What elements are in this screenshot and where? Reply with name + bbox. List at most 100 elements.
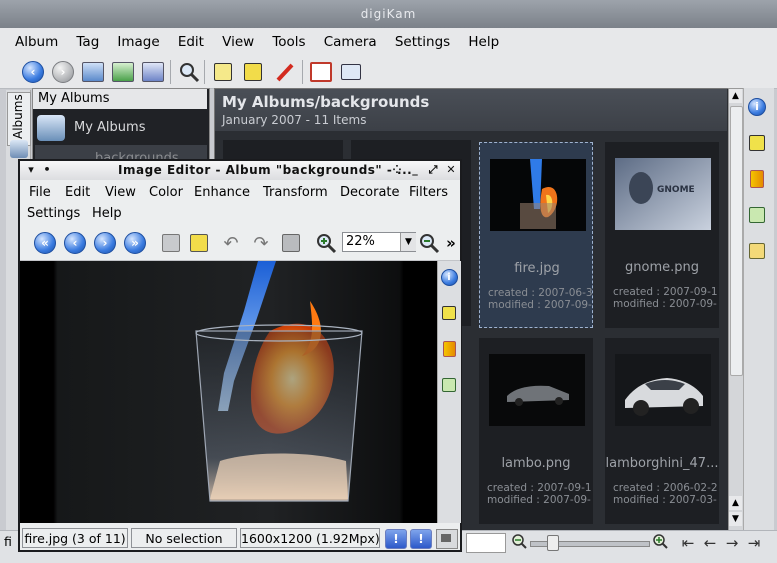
- color-managed-view-button[interactable]: [436, 529, 458, 549]
- back-button[interactable]: ‹: [20, 59, 46, 85]
- search-button[interactable]: [176, 59, 202, 85]
- revert-button[interactable]: [280, 232, 302, 254]
- sticky-button[interactable]: •: [40, 162, 54, 178]
- zoom-out-icon[interactable]: [511, 533, 527, 549]
- previous-image-button[interactable]: ‹: [64, 232, 86, 254]
- metadata-tab[interactable]: [746, 132, 768, 154]
- last-icon[interactable]: ⇥: [744, 533, 764, 553]
- edit-button[interactable]: [240, 59, 266, 85]
- menu-camera[interactable]: Camera: [317, 28, 384, 56]
- thumbnail-meta: created : 2007-09-1... modified : 2007-09…: [487, 482, 591, 506]
- next-icon: ›: [94, 232, 116, 254]
- new-album-button[interactable]: [80, 59, 106, 85]
- editor-menu-help[interactable]: Help: [92, 203, 122, 225]
- metadata-icon: [442, 306, 456, 320]
- status-field: [466, 533, 506, 553]
- menu-edit[interactable]: Edit: [171, 28, 211, 56]
- thumbnail-meta: created : 2007-09-1... modified : 2007-09…: [613, 286, 717, 310]
- save-as-button[interactable]: [188, 232, 210, 254]
- edit-icon: [190, 234, 208, 252]
- editor-menu-transform[interactable]: Transform: [263, 182, 328, 204]
- editor-info-tab[interactable]: i: [440, 268, 458, 286]
- slideshow-button[interactable]: [338, 59, 364, 85]
- last-image-button[interactable]: »: [124, 232, 146, 254]
- export-button[interactable]: [140, 59, 166, 85]
- scroll-down-arrow[interactable]: ▼: [729, 512, 742, 526]
- scroll-up-arrow-bottom[interactable]: ▲: [729, 496, 742, 510]
- menu-album[interactable]: Album: [8, 28, 65, 56]
- info-tab[interactable]: i: [746, 96, 768, 118]
- editor-menu-edit[interactable]: Edit: [65, 182, 90, 204]
- fullscreen-button[interactable]: [308, 59, 334, 85]
- editor-menu-view[interactable]: View: [105, 182, 136, 204]
- thumbnail-cell[interactable]: lamborghini_47... created : 2006-02-2...…: [605, 338, 719, 524]
- pencil-button[interactable]: [272, 59, 298, 85]
- thumbnail-image: [489, 354, 585, 426]
- forward-button[interactable]: ›: [50, 59, 76, 85]
- import-icon: [112, 62, 134, 82]
- save-button[interactable]: [160, 232, 182, 254]
- import-button[interactable]: [110, 59, 136, 85]
- editor-menu-settings[interactable]: Settings: [27, 203, 80, 225]
- first-image-button[interactable]: «: [34, 232, 56, 254]
- editor-metadata-tab[interactable]: [440, 304, 458, 322]
- first-icon[interactable]: ⇤: [678, 533, 698, 553]
- geolocation-tab[interactable]: [746, 204, 768, 226]
- revert-icon: [282, 234, 300, 252]
- toolbar-overflow-button[interactable]: »: [440, 232, 462, 254]
- chevron-down-icon[interactable]: ▼: [400, 233, 416, 251]
- next-image-button[interactable]: ›: [94, 232, 116, 254]
- export-icon: [142, 62, 164, 82]
- search-icon: [180, 63, 200, 83]
- thumbnail-cell[interactable]: lambo.png created : 2007-09-1... modified…: [479, 338, 593, 524]
- editor-close-button[interactable]: ✕: [444, 162, 458, 178]
- overexposure-indicator-button[interactable]: !: [410, 529, 432, 549]
- editor-maximize-button[interactable]: ⤢: [426, 162, 440, 178]
- menu-image[interactable]: Image: [110, 28, 166, 56]
- next-icon[interactable]: →: [722, 533, 742, 553]
- thumbnail-cell-selected[interactable]: fire.jpg created : 2007-06-3... modified …: [479, 142, 593, 328]
- menu-view[interactable]: View: [215, 28, 261, 56]
- editor-menu-color[interactable]: Color: [149, 182, 183, 204]
- zoom-slider-handle[interactable]: [547, 535, 559, 551]
- menu-help[interactable]: Help: [461, 28, 506, 56]
- editor-geolocation-tab[interactable]: [440, 376, 458, 394]
- zoom-in-icon[interactable]: [652, 533, 668, 549]
- editor-menu-enhance[interactable]: Enhance: [194, 182, 250, 204]
- editor-menu-decorate[interactable]: Decorate: [340, 182, 400, 204]
- editor-zoom-out-button[interactable]: [418, 232, 440, 254]
- album-root-label: My Albums: [74, 120, 146, 135]
- editor-canvas[interactable]: [20, 261, 437, 523]
- window-menu-button[interactable]: ▾: [24, 162, 38, 178]
- editor-status-selection: No selection: [131, 528, 237, 548]
- menu-tools[interactable]: Tools: [265, 28, 312, 56]
- redo-button[interactable]: ↷: [250, 232, 272, 254]
- undo-button[interactable]: ↶: [220, 232, 242, 254]
- calendar-tab-icon[interactable]: [10, 140, 28, 158]
- save-icon: [162, 234, 180, 252]
- editor-menu-file[interactable]: File: [29, 182, 51, 204]
- thumbnail-meta: created : 2006-02-2... modified : 2007-03…: [613, 482, 717, 506]
- tab-albums[interactable]: Albums: [7, 92, 31, 146]
- redo-icon: ↷: [253, 232, 269, 254]
- album-tree-root[interactable]: My Albums: [35, 114, 207, 142]
- editor-menu-filters[interactable]: Filters: [409, 182, 448, 204]
- editor-minimize-button[interactable]: _: [408, 162, 422, 178]
- album-subtitle: January 2007 - 11 Items: [222, 113, 367, 127]
- underexposure-indicator-button[interactable]: !: [385, 529, 407, 549]
- color-tab[interactable]: [746, 168, 768, 190]
- editor-status-dimensions: 1600x1200 (1.92Mpx): [240, 528, 380, 548]
- scroll-up-arrow[interactable]: ▲: [729, 89, 742, 103]
- main-toolbar: ‹ ›: [0, 54, 777, 89]
- thumbnail-meta: created : 2007-06-3... modified : 2007-09…: [488, 287, 592, 311]
- editor-color-tab[interactable]: [440, 340, 458, 358]
- editor-shade-button[interactable]: ⁘: [390, 162, 404, 178]
- scrollbar-thumb[interactable]: [730, 106, 743, 376]
- menu-settings[interactable]: Settings: [388, 28, 457, 56]
- thumbnail-cell[interactable]: GNOME gnome.png created : 2007-09-1... mo…: [605, 142, 719, 328]
- view-button[interactable]: [210, 59, 236, 85]
- editor-zoom-in-button[interactable]: [315, 232, 337, 254]
- previous-icon[interactable]: ←: [700, 533, 720, 553]
- menu-tag[interactable]: Tag: [69, 28, 106, 56]
- tag-tab[interactable]: [746, 240, 768, 262]
